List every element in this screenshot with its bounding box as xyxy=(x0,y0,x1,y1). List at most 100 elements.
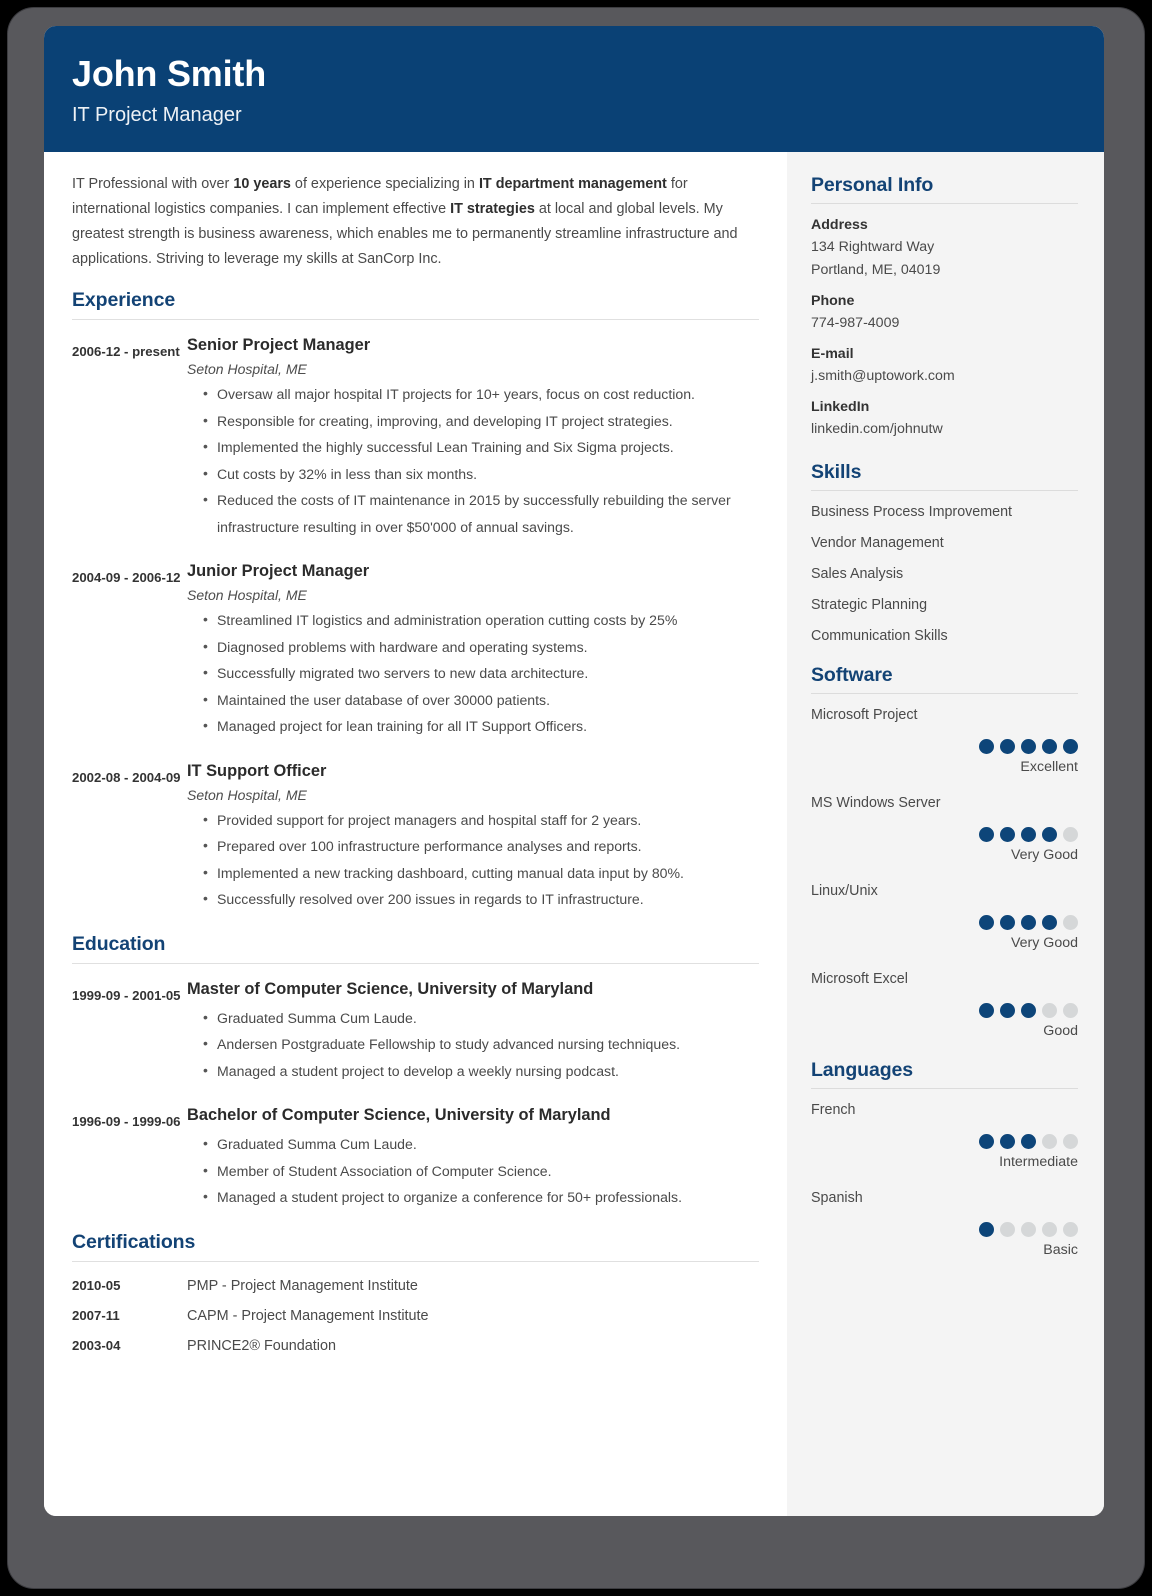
rating-dot-filled xyxy=(979,915,994,931)
entry-details: IT Support Officer Seton Hospital, ME Prov… xyxy=(187,762,759,913)
rating-dot-filled xyxy=(1042,915,1057,931)
certification-date: 2003-04 xyxy=(72,1337,121,1353)
rating-dots xyxy=(811,739,1078,755)
rating-dot-filled xyxy=(1000,1003,1015,1019)
rated-item-name: MS Windows Server xyxy=(811,795,941,812)
rating-dot-empty xyxy=(1063,1134,1078,1150)
entry-details: Bachelor of Computer Science, University… xyxy=(187,1106,759,1210)
entry-bullet: Implemented the highly successful Lean T… xyxy=(203,433,759,460)
entry-bullet: Prepared over 100 infrastructure perform… xyxy=(203,832,759,859)
skill-item: Vendor Management xyxy=(811,535,944,552)
entry-dates: 2004-09 - 2006-12 xyxy=(72,570,181,586)
entry-details: Senior Project Manager Seton Hospital, ME… xyxy=(187,336,759,540)
rating-dot-filled xyxy=(1000,739,1015,755)
emphasis: IT department management xyxy=(478,176,667,193)
entry-organization: Seton Hospital, ME xyxy=(187,786,307,803)
contact-label: E-mail xyxy=(811,346,854,363)
rating-dots xyxy=(811,915,1078,931)
rated-item-name: Microsoft Project xyxy=(811,707,918,724)
languages-section: Languages French Intermediate Spanish Basic xyxy=(811,1059,1078,1258)
rating-dot-filled xyxy=(1063,739,1078,755)
entry-bullets: Graduated Summa Cum Laude.Andersen Postg… xyxy=(187,1004,759,1084)
personal-info-section: Personal Info Address 134 Rightward Way Po… xyxy=(811,174,1078,441)
experience-entries: 2006-12 - present Senior Project Manager S… xyxy=(72,336,759,912)
software-list: Microsoft Project Excellent MS Windows Ser… xyxy=(811,707,1078,1039)
rating-dot-empty xyxy=(1042,1134,1057,1150)
skill-item: Business Process Improvement xyxy=(811,504,1013,521)
certification-name: CAPM - Project Management Institute xyxy=(187,1307,429,1324)
rating-label: Basic xyxy=(1043,1242,1078,1259)
rating-label: Excellent xyxy=(1020,759,1078,776)
entry-title: Bachelor of Computer Science, University… xyxy=(187,1106,611,1125)
entry-bullet: Andersen Postgraduate Fellowship to stud… xyxy=(203,1030,759,1057)
rating-dots xyxy=(811,1222,1078,1238)
skills-divider xyxy=(811,490,1078,492)
professional-summary: IT Professional with over 10 years of ex… xyxy=(72,176,738,267)
entry-organization: Seton Hospital, ME xyxy=(187,361,307,378)
entry-bullets: Provided support for project managers an… xyxy=(187,806,759,913)
entry-bullet: Cut costs by 32% in less than six months… xyxy=(203,460,759,487)
certification-row: 2003-04 PRINCE2® Foundation xyxy=(72,1338,759,1354)
contact-label: Address xyxy=(811,217,868,234)
entry-bullets: Oversaw all major hospital IT projects f… xyxy=(187,380,759,540)
languages-divider xyxy=(811,1088,1078,1090)
certification-name: PRINCE2® Foundation xyxy=(187,1337,336,1354)
resume-body: IT Professional with over 10 years of ex… xyxy=(44,152,1104,1516)
entry-bullet: Oversaw all major hospital IT projects f… xyxy=(203,380,759,407)
certifications-divider xyxy=(72,1260,759,1262)
entry-title: Master of Computer Science, University o… xyxy=(187,979,594,998)
rating-dot-empty xyxy=(1021,1222,1036,1238)
software-divider xyxy=(811,693,1078,695)
entry-bullets: Streamlined IT logistics and administrat… xyxy=(187,606,759,739)
entry-bullet: Reduced the costs of IT maintenance in 2… xyxy=(203,486,759,540)
rating-dot-empty xyxy=(1042,1222,1057,1238)
personal-info-fields: Address 134 Rightward Way Portland, ME, 04… xyxy=(811,217,1078,441)
certification-rows: 2010-05 PMP - Project Management Institut… xyxy=(72,1278,759,1354)
entry-title: Senior Project Manager xyxy=(187,336,371,355)
resume-entry: 2006-12 - present Senior Project Manager S… xyxy=(72,336,759,540)
contact-label: Phone xyxy=(811,293,855,310)
resume-entry: 1996-09 - 1999-06 Bachelor of Computer Sc… xyxy=(72,1106,759,1210)
main-column: IT Professional with over 10 years of ex… xyxy=(44,152,787,1516)
rating-dots xyxy=(811,827,1078,843)
entry-dates: 2002-08 - 2004-09 xyxy=(72,769,181,785)
certification-row: 2007-11 CAPM - Project Management Institu… xyxy=(72,1308,759,1324)
entry-bullet: Successfully resolved over 200 issues in… xyxy=(203,885,759,912)
candidate-role: IT Project Manager xyxy=(72,104,242,127)
languages-title: Languages xyxy=(811,1059,914,1082)
rated-item-name: Linux/Unix xyxy=(811,883,878,900)
rating-dot-filled xyxy=(1021,915,1036,931)
rating-dot-filled xyxy=(1000,1134,1015,1150)
entry-dates: 1996-09 - 1999-06 xyxy=(72,1114,181,1130)
rating-dot-empty xyxy=(1000,1222,1015,1238)
entry-bullet: Diagnosed problems with hardware and ope… xyxy=(203,633,759,660)
experience-section: Experience 2006-12 - present Senior Proje… xyxy=(72,289,759,912)
rating-label: Intermediate xyxy=(999,1154,1078,1171)
candidate-name: John Smith xyxy=(72,53,266,94)
emphasis: 10 years xyxy=(233,176,291,193)
skill-item: Communication Skills xyxy=(811,628,948,645)
education-section: Education 1999-09 - 2001-05 Master of Com… xyxy=(72,933,759,1211)
education-divider xyxy=(72,962,759,964)
rating-dot-filled xyxy=(1021,827,1036,843)
emphasis: IT strategies xyxy=(450,201,535,218)
skill-item: Sales Analysis xyxy=(811,566,904,583)
rating-label: Very Good xyxy=(1010,935,1078,952)
entry-bullets: Graduated Summa Cum Laude.Member of Stud… xyxy=(187,1130,759,1210)
rated-item: MS Windows Server Very Good xyxy=(811,795,1078,863)
entry-bullet: Managed project for lean training for al… xyxy=(203,712,759,739)
rating-dot-filled xyxy=(1042,827,1057,843)
certification-name: PMP - Project Management Institute xyxy=(187,1277,418,1294)
rating-dot-filled xyxy=(979,1134,994,1150)
resume-header: John Smith IT Project Manager xyxy=(44,26,1104,153)
rated-item-name: French xyxy=(811,1102,856,1119)
sidebar-column: Personal Info Address 134 Rightward Way Po… xyxy=(787,152,1104,1516)
rated-item: French Intermediate xyxy=(811,1102,1078,1170)
rating-label: Very Good xyxy=(1010,847,1078,864)
rating-dot-empty xyxy=(1063,827,1078,843)
contact-value: 134 Rightward Way xyxy=(811,239,935,256)
entry-bullet: Managed a student project to develop a w… xyxy=(203,1057,759,1084)
rated-item: Microsoft Excel Good xyxy=(811,971,1078,1039)
rated-item: Microsoft Project Excellent xyxy=(811,707,1078,775)
education-title: Education xyxy=(72,932,166,955)
